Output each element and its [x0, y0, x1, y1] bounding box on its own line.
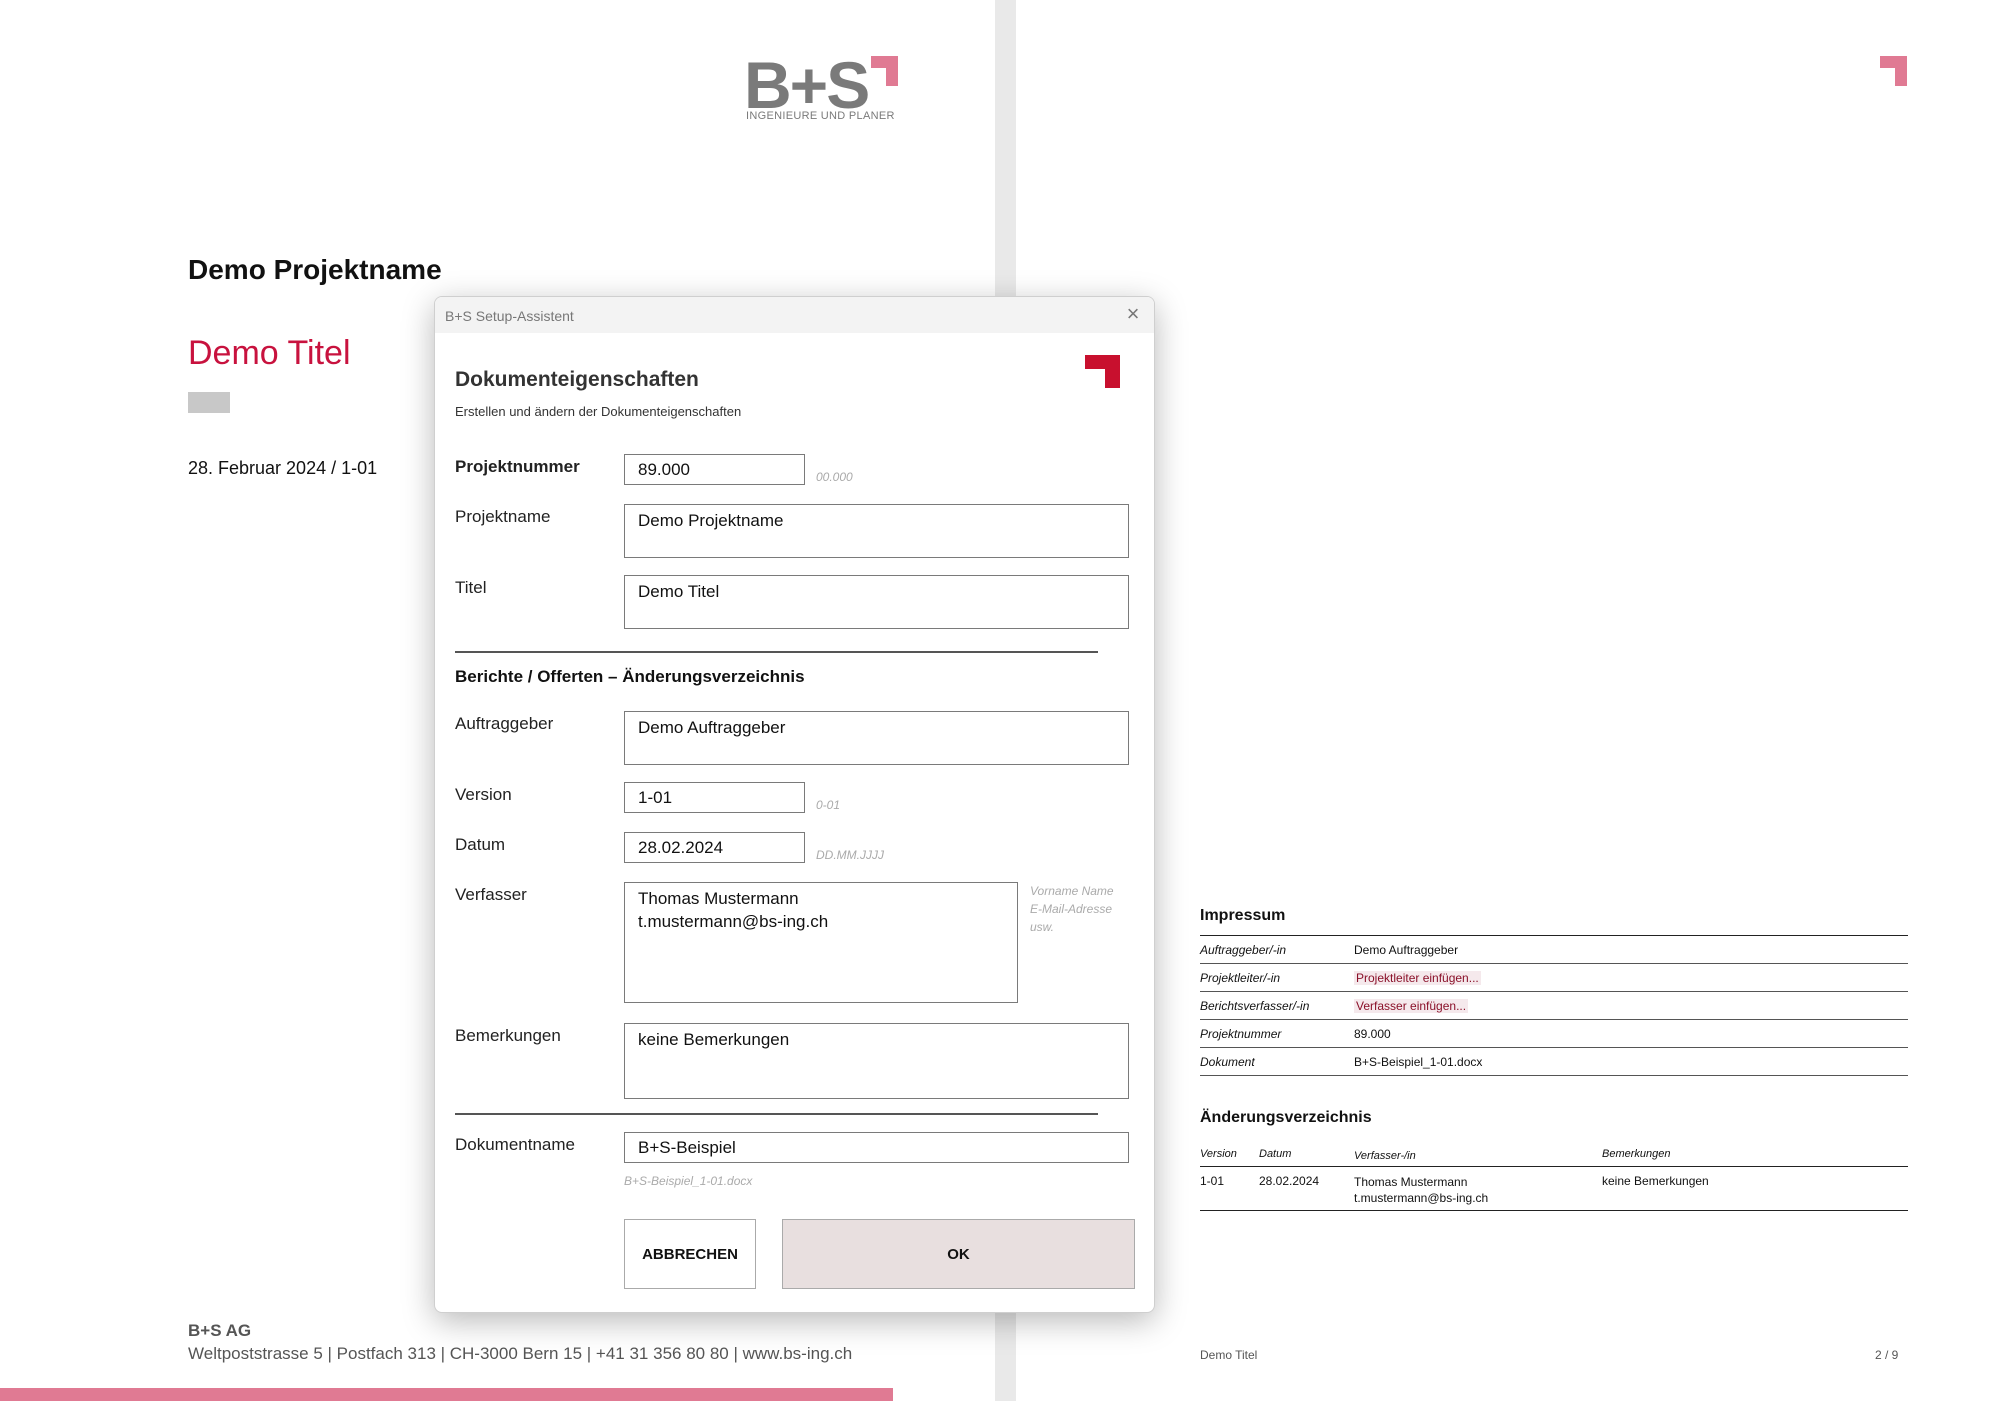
footer-address: Weltpoststrasse 5 | Postfach 313 | CH-30…: [188, 1344, 853, 1363]
version-input[interactable]: 1-01: [624, 782, 805, 813]
cover-date-version: 28. Februar 2024 / 1-01: [188, 458, 378, 478]
dialog-window-title: B+S Setup-Assistent: [445, 308, 574, 324]
impressum-title: Impressum: [1200, 907, 1286, 924]
logo-corner-icon: [871, 56, 898, 86]
close-icon[interactable]: ×: [1120, 302, 1146, 326]
projektname-input[interactable]: Demo Projektname: [624, 504, 1129, 558]
projektnummer-label: Projektnummer: [455, 457, 580, 476]
dokumentname-input[interactable]: B+S-Beispiel: [624, 1132, 1129, 1163]
logo-corner-icon: [1880, 56, 1907, 86]
datum-hint: DD.MM.JJJJ: [816, 848, 884, 862]
impressum-row: Projektnummer 89.000: [1200, 1020, 1908, 1048]
impressum-value: B+S-Beispiel_1-01.docx: [1354, 1054, 1483, 1069]
dialog-subheading: Erstellen und ändern der Dokumenteigensc…: [455, 404, 742, 419]
cover-title: Demo Titel: [188, 334, 351, 372]
section-divider: [455, 1113, 1098, 1115]
impressum-table: Auftraggeber/-in Demo Auftraggeber Proje…: [1200, 935, 1908, 1076]
titel-input[interactable]: Demo Titel: [624, 575, 1129, 629]
aenderung-datum: 28.02.2024: [1259, 1174, 1320, 1188]
verfasser-label: Verfasser: [455, 885, 527, 904]
impressum-key: Projektleiter/-in: [1200, 970, 1281, 985]
aenderung-verfasser: Thomas Mustermann t.mustermann@bs-ing.ch: [1354, 1175, 1489, 1205]
projektnummer-input[interactable]: 89.000: [624, 454, 805, 485]
impressum-row: Projektleiter/-in Projektleiter einfügen…: [1200, 964, 1908, 992]
logo-text: B+S: [744, 48, 870, 122]
dialog-titlebar[interactable]: B+S Setup-Assistent ×: [435, 297, 1154, 333]
impressum-key: Berichtsverfasser/-in: [1200, 998, 1310, 1013]
dokumentname-hint: B+S-Beispiel_1-01.docx: [624, 1174, 753, 1188]
impressum-row: Berichtsverfasser/-in Verfasser einfügen…: [1200, 992, 1908, 1020]
page-number: 2 / 9: [1875, 1348, 1899, 1362]
aenderung-bemerkungen: keine Bemerkungen: [1602, 1174, 1709, 1188]
impressum-key: Auftraggeber/-in: [1200, 942, 1287, 957]
aenderung-header-version: Version: [1200, 1148, 1237, 1160]
projektname-label: Projektname: [455, 507, 551, 526]
titel-label: Titel: [455, 578, 487, 597]
version-hint: 0-01: [816, 798, 841, 812]
section-title: Berichte / Offerten – Änderungsverzeichn…: [455, 667, 805, 686]
version-label: Version: [455, 785, 512, 804]
aenderung-header-datum: Datum: [1259, 1148, 1292, 1160]
cover-project-name: Demo Projektname: [188, 254, 442, 285]
cover-placeholder-block: [188, 392, 230, 413]
footer-accent-bar: [0, 1388, 893, 1401]
impressum-row: Dokument B+S-Beispiel_1-01.docx: [1200, 1048, 1908, 1076]
footer-company: B+S AG: [188, 1321, 252, 1340]
aenderung-row: 1-01 28.02.2024 Thomas Mustermann t.must…: [1200, 1168, 1908, 1211]
aenderung-version: 1-01: [1200, 1174, 1225, 1188]
aenderung-header-verfasser: Verfasser-/in: [1354, 1150, 1416, 1162]
impressum-placeholder[interactable]: Projektleiter einfügen...: [1354, 970, 1481, 985]
dokumentname-label: Dokumentname: [455, 1135, 576, 1154]
logo-subtitle: INGENIEURE UND PLANER: [746, 110, 895, 122]
footer-title: Demo Titel: [1200, 1348, 1258, 1362]
dialog-heading: Dokumenteigenschaften: [455, 368, 699, 391]
auftraggeber-input[interactable]: Demo Auftraggeber: [624, 711, 1129, 765]
bemerkungen-label: Bemerkungen: [455, 1026, 561, 1045]
setup-assistant-dialog: B+S Setup-Assistent × Dokumenteigenschaf…: [434, 296, 1155, 1313]
impressum-placeholder[interactable]: Verfasser einfügen...: [1354, 998, 1469, 1013]
cancel-button[interactable]: ABBRECHEN: [624, 1219, 756, 1289]
ok-button[interactable]: OK: [782, 1219, 1135, 1289]
impressum-value: Demo Auftraggeber: [1354, 942, 1459, 957]
projektnummer-hint: 00.000: [816, 470, 853, 484]
impressum-key: Dokument: [1200, 1054, 1255, 1069]
verfasser-input[interactable]: Thomas Mustermann t.mustermann@bs-ing.ch: [624, 882, 1018, 1003]
brand-logo-icon: [1085, 355, 1120, 388]
aenderung-title: Änderungsverzeichnis: [1200, 1109, 1372, 1126]
section-divider: [455, 651, 1098, 653]
impressum-key: Projektnummer: [1200, 1026, 1282, 1041]
aenderung-header-bemerkungen: Bemerkungen: [1602, 1148, 1671, 1160]
aenderung-header-row: Version Datum Verfasser-/in Bemerkungen: [1200, 1142, 1908, 1167]
datum-label: Datum: [455, 835, 506, 854]
datum-input[interactable]: 28.02.2024: [624, 832, 805, 863]
verfasser-hint: Vorname Name E-Mail-Adresse usw.: [1030, 884, 1114, 934]
impressum-value: 89.000: [1354, 1026, 1391, 1041]
auftraggeber-label: Auftraggeber: [455, 714, 554, 733]
bemerkungen-input[interactable]: keine Bemerkungen: [624, 1023, 1129, 1099]
document-page-2: Impressum Auftraggeber/-in Demo Auftragg…: [1016, 0, 2003, 1401]
impressum-row: Auftraggeber/-in Demo Auftraggeber: [1200, 936, 1908, 964]
